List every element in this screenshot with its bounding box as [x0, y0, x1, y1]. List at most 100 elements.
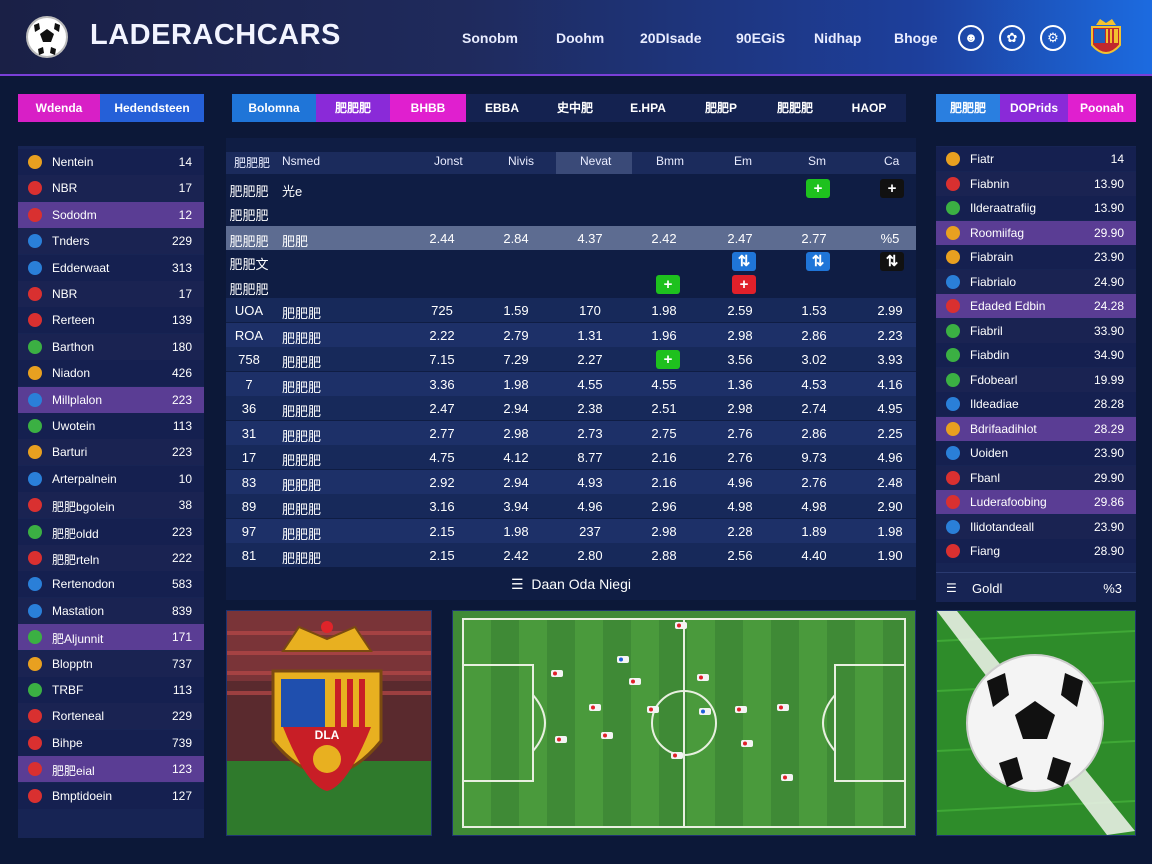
odds-cell[interactable]: 1.98 — [860, 524, 920, 539]
left-list-item[interactable]: Bihpe 739 — [18, 729, 204, 756]
odds-cell[interactable]: 4.37 — [560, 231, 620, 246]
add-button-1[interactable]: + — [806, 179, 830, 198]
odds-cell[interactable]: 4.95 — [860, 401, 920, 416]
left-list-item[interactable]: Rertenodon 583 — [18, 571, 204, 598]
table-row[interactable]: 肥肥肥 — [226, 200, 916, 224]
odds-cell[interactable]: 3.16 — [412, 499, 472, 514]
odds-cell[interactable]: 2.27 — [560, 352, 620, 367]
tab-center-9[interactable]: HAOP — [832, 94, 906, 122]
odds-cell[interactable]: 2.38 — [560, 401, 620, 416]
odds-cell[interactable]: 1.96 — [634, 328, 694, 343]
table-row[interactable]: 89 肥肥肥 3.16 3.94 4.96 2.96 4.98 4.98 2.90 — [226, 494, 916, 518]
nav-link-5[interactable]: Nidhap — [814, 30, 861, 46]
odds-cell[interactable]: 237 — [560, 524, 620, 539]
odds-cell[interactable]: 2.86 — [784, 426, 844, 441]
odds-cell[interactable]: 9.73 — [784, 450, 844, 465]
odds-cell[interactable]: 2.16 — [634, 475, 694, 490]
odds-cell[interactable]: 3.36 — [412, 377, 472, 392]
left-list-item[interactable]: Niadon 426 — [18, 360, 204, 387]
odds-cell[interactable]: 2.51 — [634, 401, 694, 416]
table-row[interactable]: 758 肥肥肥 7.15 7.29 2.27 3.56 3.02 3.93 — [226, 347, 916, 371]
tab-center-1[interactable]: Bolomna — [232, 94, 316, 122]
odds-cell[interactable]: 7.29 — [486, 352, 546, 367]
odds-cell[interactable]: 4.55 — [634, 377, 694, 392]
left-list-item[interactable]: TRBF 113 — [18, 677, 204, 703]
right-list-item[interactable]: Fiabril 33.90 — [936, 318, 1136, 343]
odds-cell[interactable]: 2.22 — [412, 328, 472, 343]
odds-cell[interactable]: 1.98 — [634, 303, 694, 318]
right-list-item[interactable]: Fdobearl 19.99 — [936, 367, 1136, 392]
table-row[interactable]: 36 肥肥肥 2.47 2.94 2.38 2.51 2.98 2.74 4.95 — [226, 396, 916, 420]
right-list-item[interactable]: Ilderaatrafiig 13.90 — [936, 196, 1136, 220]
left-list-item[interactable]: Tnders 229 — [18, 228, 204, 255]
left-list-item[interactable]: Blopptn 737 — [18, 650, 204, 677]
add-button-3[interactable]: + — [656, 275, 680, 294]
odds-cell[interactable]: 2.86 — [784, 328, 844, 343]
odds-cell[interactable]: 2.98 — [634, 524, 694, 539]
odds-cell[interactable]: 1.98 — [486, 377, 546, 392]
col-header-8[interactable]: Sm — [808, 154, 826, 168]
odds-cell[interactable]: 2.84 — [486, 231, 546, 246]
odds-cell[interactable]: 2.15 — [412, 524, 472, 539]
col-header-6[interactable]: Bmm — [656, 154, 684, 168]
odds-cell[interactable]: 4.40 — [784, 548, 844, 563]
table-row[interactable]: 肥肥肥 — [226, 274, 916, 298]
odds-cell[interactable]: 2.98 — [486, 426, 546, 441]
tab-center-3[interactable]: BHBB — [390, 94, 466, 122]
table-row[interactable]: ROA 肥肥肥 2.22 2.79 1.31 1.96 2.98 2.86 2.23 — [226, 323, 916, 347]
odds-cell[interactable]: 2.88 — [634, 548, 694, 563]
table-row[interactable]: 17 肥肥肥 4.75 4.12 8.77 2.16 2.76 9.73 4.96 — [226, 445, 916, 469]
odds-cell[interactable]: 4.16 — [860, 377, 920, 392]
right-list-item[interactable]: Bdrifaadihlot 28.29 — [936, 416, 1136, 441]
odds-cell[interactable]: 7.15 — [412, 352, 472, 367]
nav-link-3[interactable]: 20DIsade — [640, 30, 701, 46]
odds-cell[interactable]: 4.53 — [784, 377, 844, 392]
col-header-3[interactable]: Jonst — [434, 154, 463, 168]
tab-center-7[interactable]: 肥肥P — [684, 94, 758, 122]
right-list-item[interactable]: Fiabdin 34.90 — [936, 343, 1136, 367]
odds-cell[interactable]: 2.90 — [860, 499, 920, 514]
left-list-item[interactable]: Barturi 223 — [18, 439, 204, 466]
odds-cell[interactable]: 1.59 — [486, 303, 546, 318]
odds-cell[interactable]: 2.79 — [486, 328, 546, 343]
swap-button-1[interactable]: ⇅ — [732, 252, 756, 271]
table-row[interactable]: UOA 肥肥肥 725 1.59 170 1.98 2.59 1.53 2.99 — [226, 298, 916, 322]
odds-cell[interactable]: 2.47 — [412, 401, 472, 416]
left-list-item[interactable]: 肥肥bgolein 38 — [18, 492, 204, 519]
left-list-item[interactable]: Arterpalnein 10 — [18, 465, 204, 492]
right-list-item[interactable]: Fiatr 14 — [936, 147, 1136, 171]
right-list-item[interactable]: Edaded Edbin 24.28 — [936, 294, 1136, 318]
left-list-item[interactable]: Nentein 14 — [18, 149, 204, 175]
person-icon[interactable]: ☻ — [958, 25, 984, 51]
left-list-item[interactable]: Rerteen 139 — [18, 307, 204, 334]
odds-cell[interactable]: 4.96 — [860, 450, 920, 465]
left-list-item[interactable]: NBR 17 — [18, 175, 204, 202]
odds-cell[interactable]: 2.42 — [634, 231, 694, 246]
odds-cell[interactable]: 2.98 — [710, 328, 770, 343]
odds-cell[interactable]: 4.98 — [784, 499, 844, 514]
col-header-9[interactable]: Ca — [884, 154, 899, 168]
col-header-7[interactable]: Em — [734, 154, 752, 168]
left-list-item[interactable]: Millplalon 223 — [18, 386, 204, 413]
odds-cell[interactable]: 1.36 — [710, 377, 770, 392]
swap-button-3[interactable]: ⇅ — [880, 252, 904, 271]
right-list-item[interactable]: Luderafoobing 29.86 — [936, 490, 1136, 514]
right-list-item[interactable]: Fiabnin 13.90 — [936, 171, 1136, 196]
col-header-2[interactable]: Nsmed — [282, 154, 320, 168]
odds-cell[interactable]: 2.15 — [412, 548, 472, 563]
right-list-item[interactable]: Fiabrain 23.90 — [936, 245, 1136, 269]
left-list-item[interactable]: 肥肥oldd 223 — [18, 518, 204, 545]
odds-cell[interactable]: 2.80 — [560, 548, 620, 563]
odds-cell[interactable]: 2.28 — [710, 524, 770, 539]
tab-right-3[interactable]: Poonah — [1068, 94, 1136, 122]
left-list-item[interactable]: Bmptidoein 127 — [18, 782, 204, 809]
odds-cell[interactable]: 2.75 — [634, 426, 694, 441]
odds-cell[interactable]: 2.59 — [710, 303, 770, 318]
right-list-item[interactable]: Fiang 28.90 — [936, 539, 1136, 563]
left-list-item[interactable]: Sododm 12 — [18, 201, 204, 228]
odds-cell[interactable]: 725 — [412, 303, 472, 318]
odds-cell[interactable]: 1.31 — [560, 328, 620, 343]
odds-cell[interactable]: 3.94 — [486, 499, 546, 514]
odds-cell[interactable]: 2.76 — [784, 475, 844, 490]
col-header-5[interactable]: Nevat — [580, 154, 611, 168]
